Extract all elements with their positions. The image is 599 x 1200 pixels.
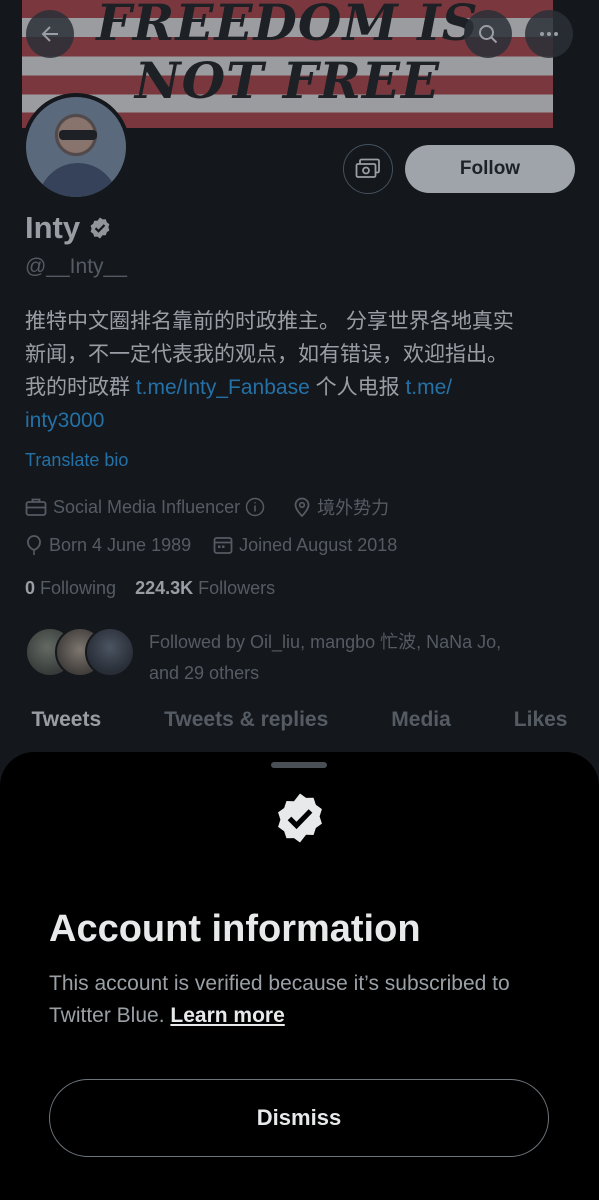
sheet-description: This account is verified because it’s su… xyxy=(49,968,559,1032)
verified-badge-large xyxy=(272,790,328,851)
learn-more-link[interactable]: Learn more xyxy=(170,1004,284,1027)
account-info-sheet: Account information This account is veri… xyxy=(0,752,599,1200)
drag-handle[interactable] xyxy=(271,762,327,768)
verified-badge-icon xyxy=(278,793,322,843)
sheet-title: Account information xyxy=(49,908,421,950)
dismiss-button[interactable]: Dismiss xyxy=(49,1079,549,1157)
